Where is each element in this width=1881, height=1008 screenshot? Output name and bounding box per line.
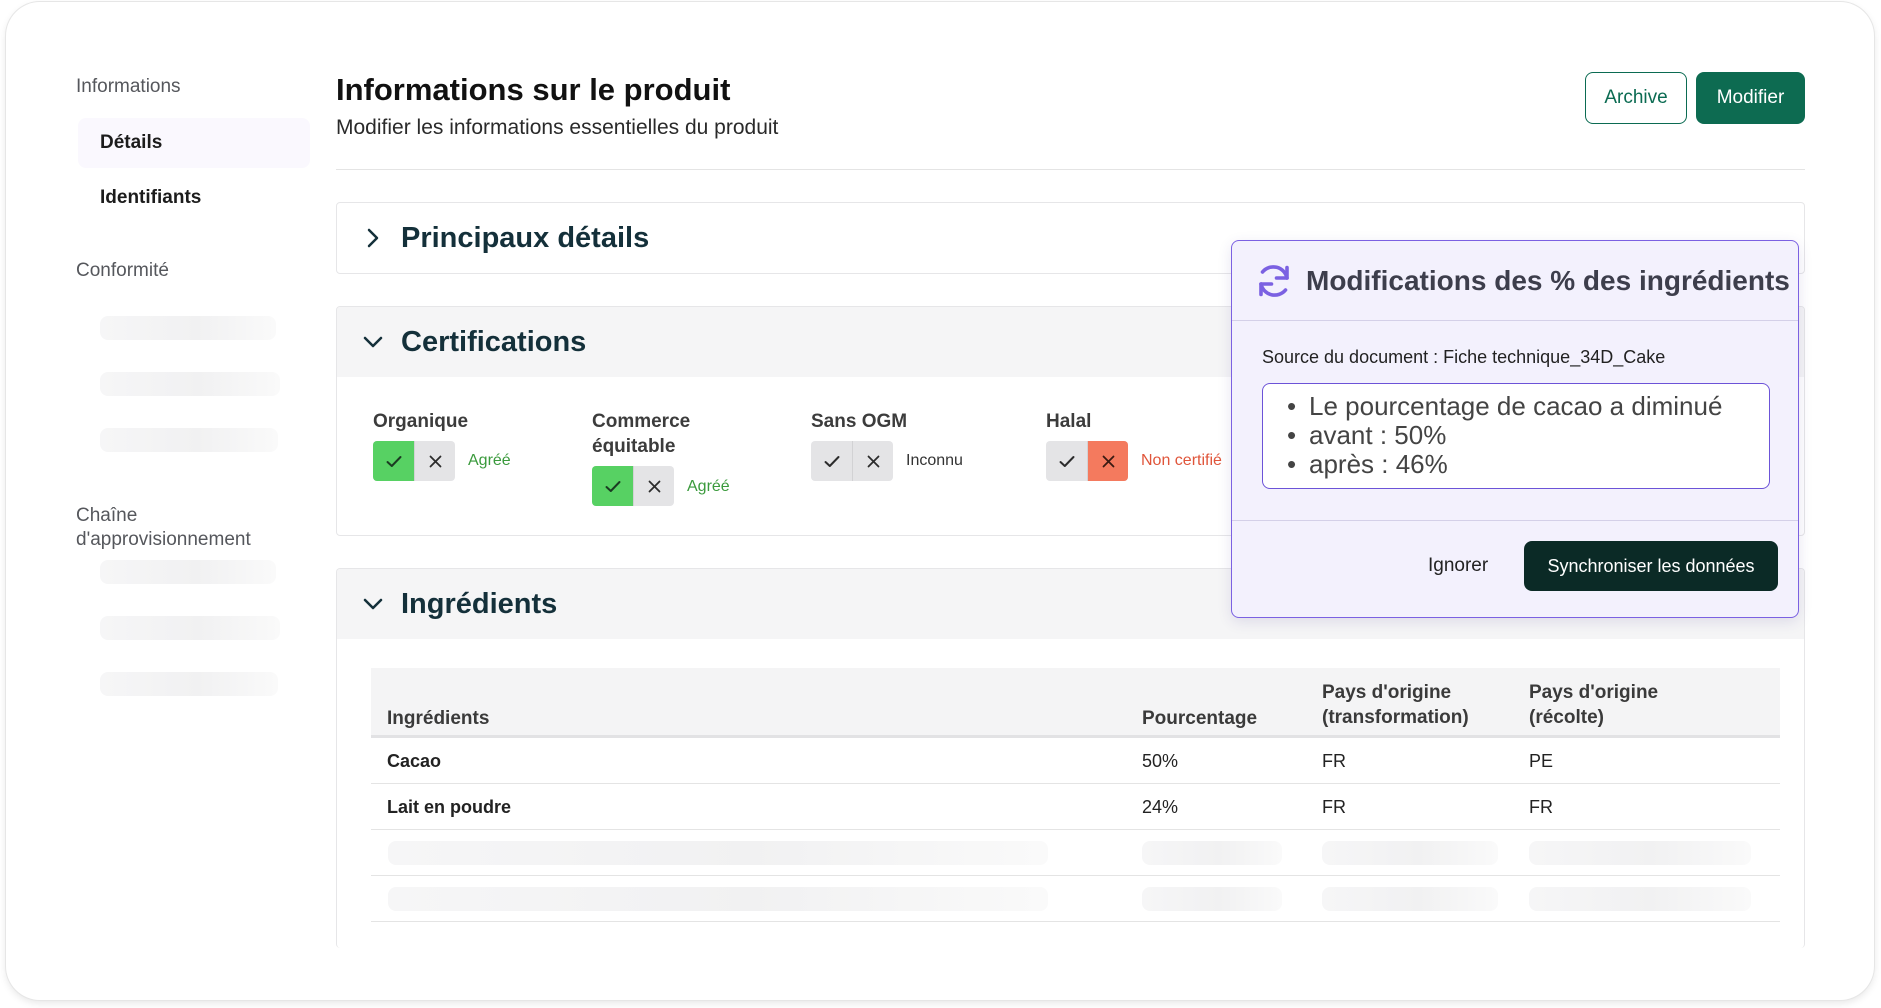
table-row-skeleton	[371, 876, 1780, 922]
cert-label-sans-ogm: Sans OGM	[811, 411, 908, 432]
cell-origine-transformation: FR	[1322, 796, 1346, 817]
close-icon	[867, 455, 879, 467]
sidebar-item-details[interactable]: Détails	[78, 118, 310, 168]
page-subtitle: Modifier les informations essentielles d…	[336, 116, 779, 139]
check-icon	[824, 455, 839, 467]
ingredient-changes-popover: Modifications des % des ingrédients Sour…	[1231, 240, 1799, 618]
cell-origine-recolte: FR	[1529, 796, 1553, 817]
close-icon	[429, 455, 441, 467]
toggle-no-button[interactable]	[414, 441, 455, 481]
skeleton-cell	[1142, 841, 1282, 865]
section-title: Certifications	[401, 325, 587, 358]
cert-label-commerce-equitable: Commerce équitable	[592, 411, 691, 457]
sidebar-skeleton-item	[100, 372, 280, 396]
column-header-origine-transformation: Pays d'origine (transformation)	[1322, 682, 1469, 728]
refresh-icon	[1254, 261, 1294, 306]
change-item: Le pourcentage de cacao a diminué	[1285, 392, 1769, 422]
cert-status-organique: Agréé	[468, 452, 511, 469]
sidebar-heading-chaine: Chaîne d'approvisionnement	[76, 505, 251, 550]
sidebar-item-identifiants[interactable]: Identifiants	[78, 173, 310, 223]
close-icon	[648, 480, 660, 492]
chevron-right-icon	[363, 228, 383, 248]
popover-title: Modifications des % des ingrédients	[1306, 265, 1790, 296]
popover-divider	[1232, 320, 1798, 321]
column-header-ingredients: Ingrédients	[387, 708, 490, 729]
table-row-skeleton	[371, 830, 1780, 876]
column-header-origine-recolte: Pays d'origine (récolte)	[1529, 682, 1659, 728]
skeleton-cell	[388, 887, 1048, 911]
sidebar-skeleton-item	[100, 316, 276, 340]
sidebar-skeleton-item	[100, 428, 278, 452]
skeleton-cell	[1322, 887, 1498, 911]
skeleton-cell	[1142, 887, 1282, 911]
sidebar-skeleton-item	[100, 672, 278, 696]
cert-toggle-sans-ogm	[811, 441, 893, 481]
change-item: avant : 50%	[1285, 421, 1769, 451]
sidebar-heading-conformite: Conformité	[76, 260, 169, 281]
sidebar-item-label: Identifiants	[100, 187, 202, 208]
toggle-yes-button[interactable]	[1046, 441, 1087, 481]
toggle-yes-button[interactable]	[811, 441, 852, 481]
cert-status-commerce-equitable: Agréé	[687, 478, 730, 495]
app-window: Informations Détails Identifiants Confor…	[6, 2, 1874, 1000]
table-header-row: Ingrédients Pourcentage Pays d'origine (…	[371, 668, 1780, 738]
sidebar-skeleton-item	[100, 616, 280, 640]
sidebar-skeleton-item	[100, 560, 276, 584]
cell-ingredient: Cacao	[387, 750, 442, 771]
changes-list: Le pourcentage de cacao a diminué avant …	[1262, 383, 1770, 489]
cert-toggle-organique	[373, 441, 455, 481]
cell-origine-recolte: PE	[1529, 750, 1554, 771]
cert-label-halal: Halal	[1046, 411, 1092, 432]
chevron-down-icon	[363, 332, 383, 352]
change-item: après : 46%	[1285, 450, 1769, 480]
cert-toggle-halal	[1046, 441, 1128, 481]
table-row[interactable]: Cacao 50% FR PE	[371, 738, 1780, 784]
section-title: Ingrédients	[401, 587, 558, 620]
chevron-down-icon	[363, 594, 383, 614]
toggle-no-button[interactable]	[1087, 441, 1128, 481]
toggle-no-button[interactable]	[633, 466, 674, 506]
modifier-button[interactable]: Modifier	[1696, 72, 1805, 124]
ignore-button[interactable]: Ignorer	[1428, 551, 1488, 581]
cert-status-halal: Non certifié	[1141, 452, 1222, 469]
cell-ingredient: Lait en poudre	[387, 796, 512, 817]
cell-pourcentage: 24%	[1142, 796, 1179, 817]
sync-data-button[interactable]: Synchroniser les données	[1524, 541, 1778, 591]
cert-toggle-commerce-equitable	[592, 466, 674, 506]
table-row[interactable]: Lait en poudre 24% FR FR	[371, 784, 1780, 830]
cell-pourcentage: 50%	[1142, 750, 1179, 771]
check-icon	[1059, 455, 1074, 467]
sidebar-item-label: Détails	[100, 132, 163, 153]
toggle-yes-button[interactable]	[373, 441, 414, 481]
skeleton-cell	[1529, 841, 1751, 865]
cert-status-sans-ogm: Inconnu	[906, 452, 963, 469]
toggle-no-button[interactable]	[852, 441, 893, 481]
cert-label-organique: Organique	[373, 411, 469, 432]
popover-source: Source du document : Fiche technique_34D…	[1262, 347, 1666, 367]
archive-button[interactable]: Archive	[1585, 72, 1687, 124]
header-divider	[336, 169, 1805, 170]
skeleton-cell	[1529, 887, 1751, 911]
skeleton-cell	[388, 841, 1048, 865]
section-title: Principaux détails	[401, 221, 650, 254]
check-icon	[605, 480, 620, 492]
cell-origine-transformation: FR	[1322, 750, 1346, 771]
toggle-yes-button[interactable]	[592, 466, 633, 506]
check-icon	[386, 455, 401, 467]
column-header-pourcentage: Pourcentage	[1142, 708, 1258, 729]
skeleton-cell	[1322, 841, 1498, 865]
sidebar-heading-informations: Informations	[76, 76, 181, 97]
page-title: Informations sur le produit	[336, 72, 731, 107]
popover-divider	[1232, 520, 1798, 521]
close-icon	[1102, 455, 1114, 467]
